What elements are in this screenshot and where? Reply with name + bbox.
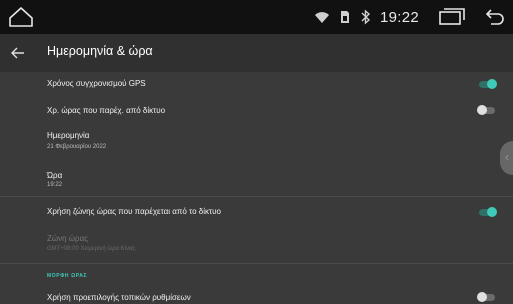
time-format-section-header: ΜΟΡΦΗ ΩΡΑΣ — [47, 273, 88, 279]
status-bar: 19:22 — [0, 0, 513, 34]
network-timezone-label: Χρήση ζώνης ώρας που παρέχεται από το δί… — [47, 207, 221, 216]
time-setting[interactable]: Ώρα 19:22 — [0, 162, 513, 194]
settings-list: Χρόνος συγχρονισμού GPS Χρ. ώρας που παρ… — [0, 72, 513, 304]
page-title: Ημερομηνία & ώρα — [47, 44, 153, 58]
back-icon[interactable] — [485, 8, 505, 26]
bluetooth-icon — [361, 9, 370, 25]
locale-default-label: Χρήση προεπιλογής τοπικών ρυθμίσεων — [47, 293, 191, 302]
gps-time-label: Χρόνος συγχρονισμού GPS — [47, 79, 146, 88]
network-timezone-setting[interactable]: Χρήση ζώνης ώρας που παρέχεται από το δί… — [0, 197, 513, 224]
recent-apps-icon[interactable] — [439, 8, 465, 26]
network-timezone-toggle[interactable] — [479, 207, 497, 217]
date-setting[interactable]: Ημερομηνία 21 Φεβρουαρίου 2022 — [0, 122, 513, 162]
gps-time-setting[interactable]: Χρόνος συγχρονισμού GPS — [0, 72, 513, 96]
date-label: Ημερομηνία — [47, 131, 90, 140]
network-time-toggle[interactable] — [477, 105, 495, 115]
locale-default-setting[interactable]: Χρήση προεπιλογής τοπικών ρυθμίσεων — [0, 285, 513, 304]
network-time-setting[interactable]: Χρ. ώρας που παρέχ. από δίκτυο — [0, 96, 513, 122]
network-time-label: Χρ. ώρας που παρέχ. από δίκτυο — [47, 106, 166, 115]
wifi-icon — [314, 12, 329, 23]
locale-default-toggle[interactable] — [477, 292, 495, 302]
timezone-label: Ζώνη ώρας — [47, 234, 89, 243]
time-value: 19:22 — [47, 182, 63, 188]
gps-time-toggle[interactable] — [479, 79, 497, 89]
chevron-left-icon: ‹ — [505, 150, 509, 164]
home-icon[interactable] — [8, 6, 34, 28]
app-bar: Ημερομηνία & ώρα — [0, 34, 513, 72]
sim-card-icon — [340, 11, 349, 23]
side-panel-handle[interactable]: ‹ — [500, 141, 513, 175]
timezone-setting: Ζώνη ώρας GMT+08:00 Χειμερινή ώρα Κίνας — [0, 224, 513, 260]
back-arrow-icon[interactable] — [10, 45, 26, 61]
date-value: 21 Φεβρουαρίου 2022 — [47, 144, 107, 150]
time-label: Ώρα — [47, 171, 63, 180]
clock: 19:22 — [379, 8, 419, 26]
timezone-value: GMT+08:00 Χειμερινή ώρα Κίνας — [47, 246, 136, 252]
divider — [0, 263, 513, 264]
